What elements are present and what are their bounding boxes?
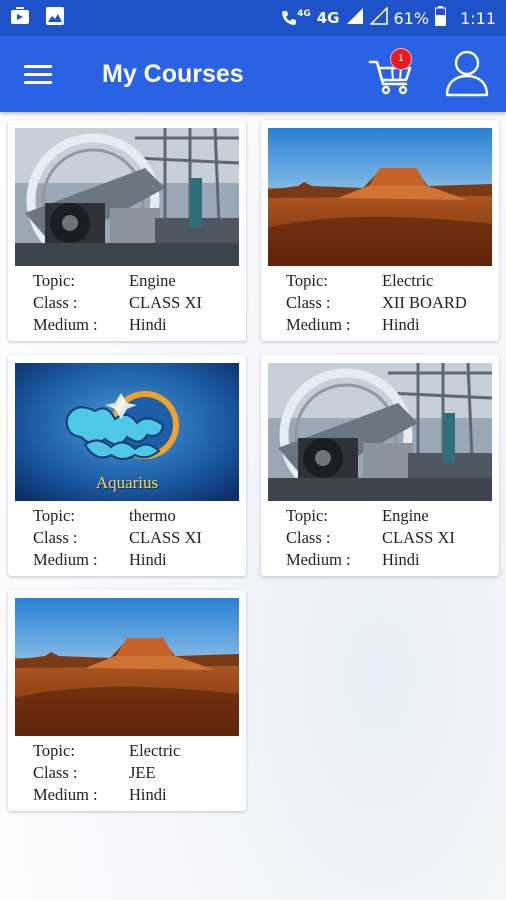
course-card[interactable]: Topic: Engine Class : CLASS XI Medium : Hin… <box>8 120 246 341</box>
topic-value: Electric <box>129 741 181 760</box>
topic-value: thermo <box>129 506 176 525</box>
battery-icon <box>435 6 447 30</box>
medium-value: Hindi <box>382 315 420 334</box>
signal-icon <box>346 7 364 29</box>
class-label: Class : <box>33 763 78 782</box>
topic-value: Engine <box>129 271 176 290</box>
course-image-engine <box>268 363 492 501</box>
status-bar: 4G 4G 61% 1:11 <box>0 0 506 36</box>
course-card[interactable]: Topic: Electric Class : XII BOARD Medium :… <box>261 120 499 341</box>
page-title: My Courses <box>102 59 244 88</box>
course-image-desert <box>268 128 492 266</box>
course-info: Topic: Electric Class : JEE Medium : Hindi <box>33 740 243 806</box>
class-value: CLASS XI <box>129 528 202 547</box>
media-notification-icon <box>10 7 30 29</box>
medium-label: Medium : <box>286 550 351 569</box>
medium-value: Hindi <box>382 550 420 569</box>
cart-count-badge: 1 <box>390 48 412 70</box>
class-value: JEE <box>129 763 156 782</box>
class-value: CLASS XI <box>129 293 202 312</box>
medium-label: Medium : <box>286 315 351 334</box>
course-image-engine <box>15 128 239 266</box>
course-info: Topic: Electric Class : XII BOARD Medium :… <box>286 270 496 336</box>
medium-value: Hindi <box>129 315 167 334</box>
topic-label: Topic: <box>286 271 328 290</box>
profile-button[interactable] <box>444 48 490 98</box>
net-small-label: 4G <box>297 9 311 19</box>
class-value: XII BOARD <box>382 293 467 312</box>
topic-label: Topic: <box>33 271 75 290</box>
topic-value: Engine <box>382 506 429 525</box>
image-notification-icon <box>46 7 64 29</box>
medium-label: Medium : <box>33 550 98 569</box>
topic-value: Electric <box>382 271 434 290</box>
course-card[interactable]: Topic: Engine Class : CLASS XI Medium : Hin… <box>261 355 499 576</box>
medium-label: Medium : <box>33 315 98 334</box>
topic-label: Topic: <box>33 741 75 760</box>
course-card[interactable]: Aquarius Topic: thermo Class : CLASS XI Me… <box>8 355 246 576</box>
user-icon <box>445 50 489 97</box>
course-image-desert <box>15 598 239 736</box>
medium-value: Hindi <box>129 550 167 569</box>
course-info: Topic: Engine Class : CLASS XI Medium : Hin… <box>286 505 496 571</box>
topic-label: Topic: <box>33 506 75 525</box>
battery-level: 61% <box>393 8 430 28</box>
course-card[interactable]: Topic: Electric Class : JEE Medium : Hindi <box>8 590 246 811</box>
volte-call-icon: 4G <box>281 9 311 27</box>
cart-button[interactable]: 1 <box>368 48 418 96</box>
course-info: Topic: Engine Class : CLASS XI Medium : Hin… <box>33 270 243 336</box>
course-info: Topic: thermo Class : CLASS XI Medium : Hin… <box>33 505 243 571</box>
menu-icon[interactable] <box>24 59 58 89</box>
app-bar: My Courses 1 <box>0 36 506 112</box>
network-type-label: 4G <box>316 9 340 27</box>
course-image-aquarius: Aquarius <box>15 363 239 501</box>
image-caption: Aquarius <box>95 473 159 492</box>
clock: 1:11 <box>460 8 496 28</box>
class-label: Class : <box>286 293 331 312</box>
topic-label: Topic: <box>286 506 328 525</box>
class-label: Class : <box>33 528 78 547</box>
class-label: Class : <box>286 528 331 547</box>
medium-value: Hindi <box>129 785 167 804</box>
signal-empty-icon <box>368 6 388 29</box>
class-value: CLASS XI <box>382 528 455 547</box>
medium-label: Medium : <box>33 785 98 804</box>
class-label: Class : <box>33 293 78 312</box>
